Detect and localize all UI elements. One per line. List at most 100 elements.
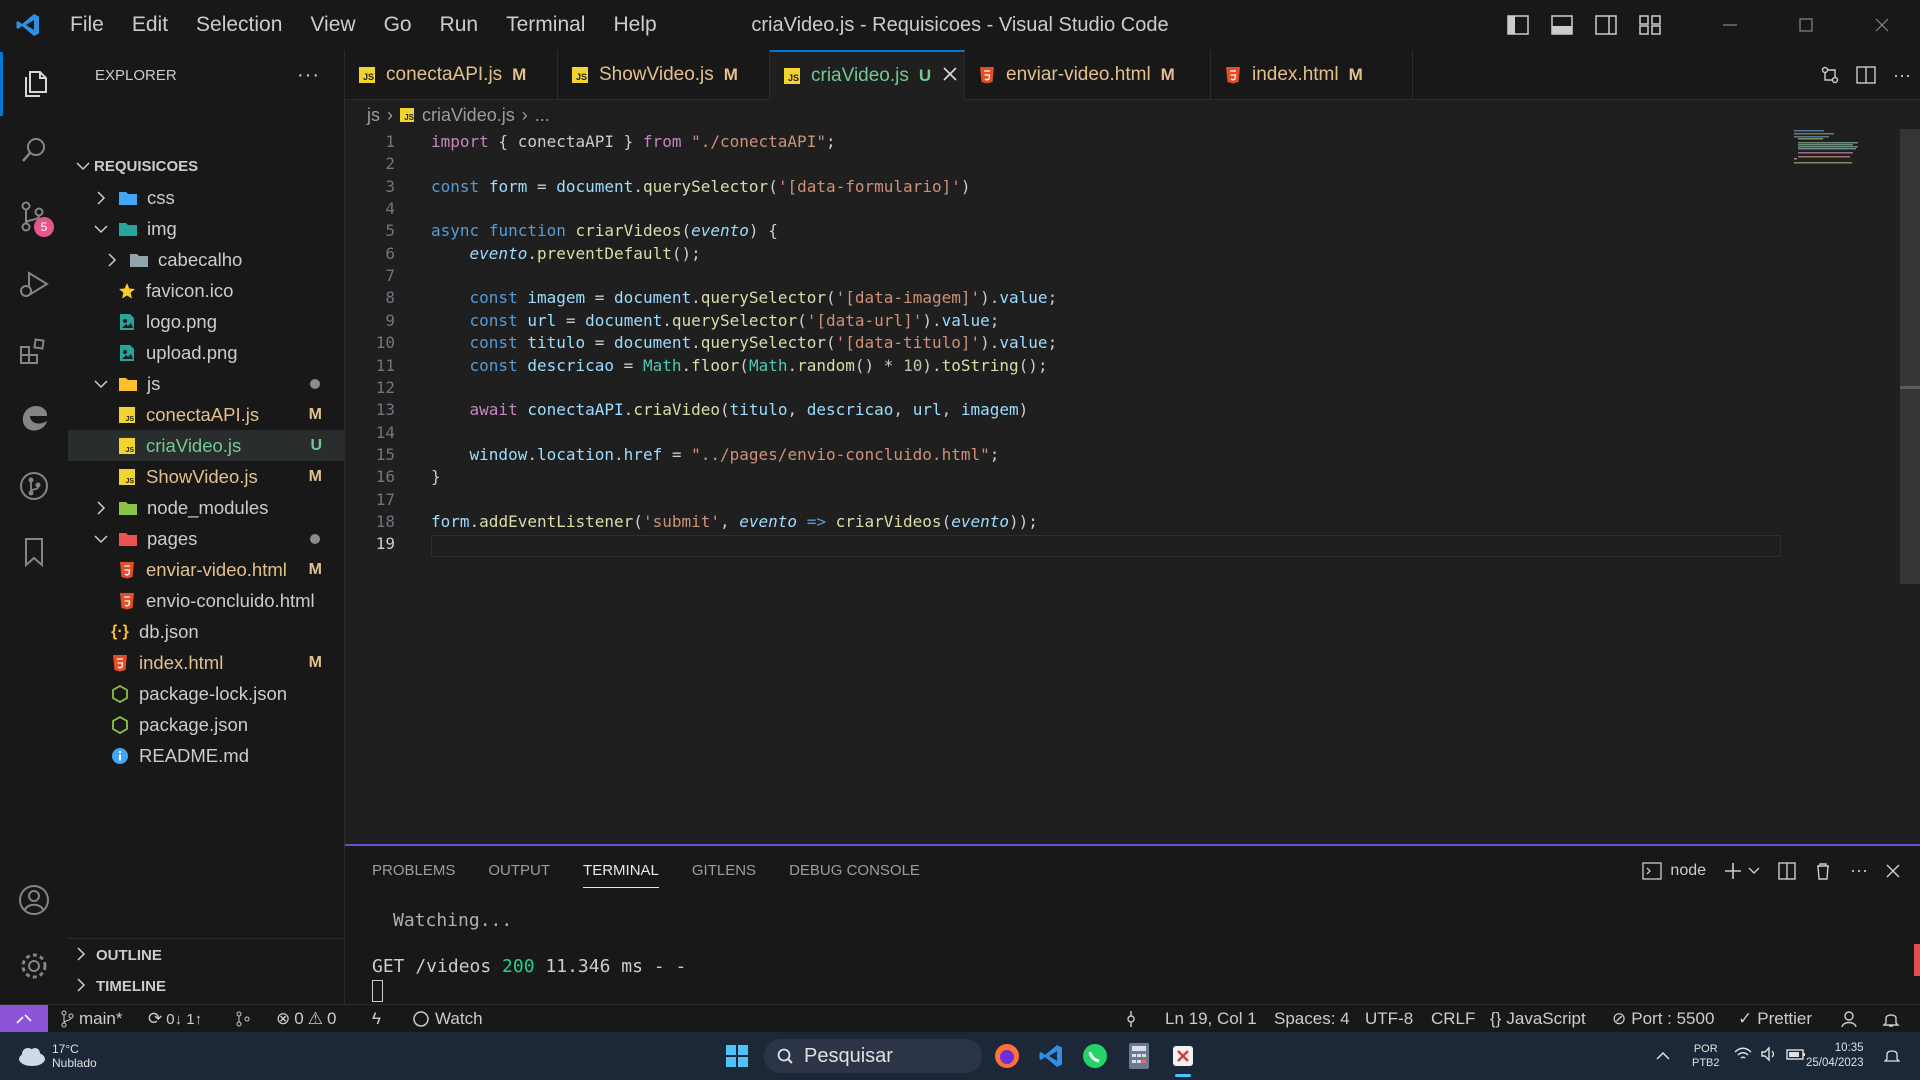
tree-file[interactable]: envio-concluido.html: [68, 585, 344, 616]
run-debug-icon[interactable]: [0, 252, 68, 316]
tree-file[interactable]: upload.png: [68, 337, 344, 368]
prettier-status[interactable]: ✓ Prettier: [1738, 1005, 1812, 1033]
terminal-shell-selector[interactable]: node: [1642, 862, 1706, 880]
menu-file[interactable]: File: [56, 0, 118, 50]
feedback-icon[interactable]: [1840, 1005, 1858, 1033]
lightning-icon[interactable]: ϟ: [372, 1005, 381, 1033]
gitlens-icon[interactable]: [0, 454, 68, 518]
editor-more-icon[interactable]: ···: [1884, 65, 1920, 86]
menu-terminal[interactable]: Terminal: [492, 0, 599, 50]
minimize-icon[interactable]: [1692, 0, 1768, 50]
outline-section[interactable]: OUTLINE: [68, 940, 344, 971]
tab-gitlens[interactable]: GITLENS: [692, 862, 756, 888]
language-mode[interactable]: {} JavaScript: [1490, 1005, 1586, 1033]
vscode-taskbar-icon[interactable]: [1035, 1040, 1067, 1072]
close-tab-icon[interactable]: [943, 65, 957, 87]
toggle-panel-icon[interactable]: [1540, 0, 1584, 50]
tab-showvideo-js[interactable]: JS ShowVideo.js M: [558, 50, 770, 100]
search-icon[interactable]: [0, 118, 68, 182]
terminal-scrollbar[interactable]: [1914, 944, 1920, 976]
tree-folder[interactable]: node_modules: [68, 492, 344, 523]
branch-indicator[interactable]: main*: [60, 1005, 122, 1033]
toggle-sidebar-icon[interactable]: [1496, 0, 1540, 50]
tab-conectaapi-js[interactable]: JS conectaAPI.js M: [345, 50, 558, 100]
remote-indicator-icon[interactable]: [0, 1005, 48, 1033]
weather-widget[interactable]: 17°C Nublado: [16, 1042, 97, 1070]
firefox-icon[interactable]: [991, 1040, 1023, 1072]
keyboard-language[interactable]: POR PTB2: [1692, 1042, 1720, 1070]
minimap[interactable]: [1790, 129, 1880, 189]
menu-help[interactable]: Help: [599, 0, 670, 50]
open-changes-icon[interactable]: [1812, 65, 1848, 85]
tab-terminal[interactable]: TERMINAL: [583, 862, 659, 888]
cursor-position[interactable]: Ln 19, Col 1: [1165, 1005, 1257, 1033]
tree-file[interactable]: README.md: [68, 740, 344, 771]
tree-file[interactable]: JS criaVideo.js U: [68, 430, 344, 461]
breadcrumb-folder[interactable]: js: [367, 105, 380, 126]
tree-file[interactable]: logo.png: [68, 306, 344, 337]
system-tray[interactable]: [1734, 1046, 1806, 1062]
close-window-icon[interactable]: [1844, 0, 1920, 50]
tree-folder[interactable]: css: [68, 182, 344, 213]
indentation[interactable]: Spaces: 4: [1274, 1005, 1350, 1033]
sync-indicator[interactable]: ⟳ 0↓ 1↑: [148, 1005, 202, 1033]
tab-criavideo-js[interactable]: JS criaVideo.js U: [770, 50, 965, 100]
menu-edit[interactable]: Edit: [118, 0, 182, 50]
split-editor-icon[interactable]: [1848, 66, 1884, 84]
line-ending[interactable]: CRLF: [1431, 1005, 1475, 1033]
live-server-port[interactable]: ⊘ Port : 5500: [1612, 1005, 1714, 1033]
clock[interactable]: 10:35 25/04/2023: [1806, 1041, 1864, 1071]
explorer-icon[interactable]: [0, 52, 68, 116]
tree-file[interactable]: JS ShowVideo.js M: [68, 461, 344, 492]
menu-go[interactable]: Go: [370, 0, 426, 50]
calculator-icon[interactable]: [1123, 1040, 1155, 1072]
live-server-watch[interactable]: Watch: [412, 1005, 483, 1033]
tab-enviar-video-html[interactable]: enviar-video.html M: [965, 50, 1211, 100]
commit-graph-icon[interactable]: [1124, 1005, 1138, 1033]
tree-file[interactable]: index.html M: [68, 647, 344, 678]
panel-more-icon[interactable]: ···: [1850, 860, 1868, 881]
more-actions-icon[interactable]: ···: [297, 64, 320, 87]
trash-icon[interactable]: [1814, 862, 1832, 880]
customize-layout-icon[interactable]: [1628, 0, 1672, 50]
maximize-icon[interactable]: [1768, 0, 1844, 50]
tree-folder[interactable]: js: [68, 368, 344, 399]
tree-file[interactable]: JS conectaAPI.js M: [68, 399, 344, 430]
encoding[interactable]: UTF-8: [1365, 1005, 1413, 1033]
new-terminal-icon[interactable]: [1724, 862, 1742, 880]
tree-folder[interactable]: pages: [68, 523, 344, 554]
toggle-secondary-sidebar-icon[interactable]: [1584, 0, 1628, 50]
chevron-down-icon[interactable]: [1748, 866, 1760, 876]
editor-scrollbar[interactable]: [1900, 129, 1920, 844]
taskbar-search[interactable]: Pesquisar: [764, 1039, 982, 1073]
breadcrumb-file[interactable]: criaVideo.js: [422, 105, 515, 126]
tree-folder[interactable]: cabecalho: [68, 244, 344, 275]
tree-file[interactable]: {·} db.json: [68, 616, 344, 647]
tab-debug-console[interactable]: DEBUG CONSOLE: [789, 862, 920, 888]
snipping-tool-icon[interactable]: [1167, 1040, 1199, 1077]
extensions-icon[interactable]: [0, 320, 68, 384]
tray-overflow-icon[interactable]: [1656, 1046, 1670, 1066]
windows-start-icon[interactable]: [721, 1040, 753, 1072]
accounts-icon[interactable]: [0, 868, 68, 932]
menu-view[interactable]: View: [296, 0, 369, 50]
notification-center-icon[interactable]: [1883, 1046, 1901, 1069]
tree-file[interactable]: favicon.ico: [68, 275, 344, 306]
tree-file[interactable]: package.json: [68, 709, 344, 740]
bookmarks-icon[interactable]: [0, 520, 68, 584]
breadcrumb-more[interactable]: ...: [535, 105, 550, 126]
timeline-section[interactable]: TIMELINE: [68, 971, 344, 1002]
tab-output[interactable]: OUTPUT: [488, 862, 550, 888]
gitlens-status-icon[interactable]: [234, 1005, 252, 1033]
whatsapp-icon[interactable]: [1079, 1040, 1111, 1072]
code-editor[interactable]: 1 2 3 4 5 6 7 8 9 10 11 12 13 14 15 16 17 18 19 import { c…: [345, 129, 1920, 844]
problems-indicator[interactable]: ⊗ 0 ⚠ 0: [276, 1005, 336, 1033]
source-control-icon[interactable]: 5: [0, 185, 68, 249]
tree-folder[interactable]: img: [68, 213, 344, 244]
tab-problems[interactable]: PROBLEMS: [372, 862, 455, 888]
tree-file[interactable]: package-lock.json: [68, 678, 344, 709]
bell-icon[interactable]: [1882, 1005, 1900, 1033]
edge-devtools-icon[interactable]: [0, 386, 68, 450]
tab-index-html[interactable]: index.html M: [1211, 50, 1413, 100]
close-panel-icon[interactable]: [1886, 863, 1900, 878]
